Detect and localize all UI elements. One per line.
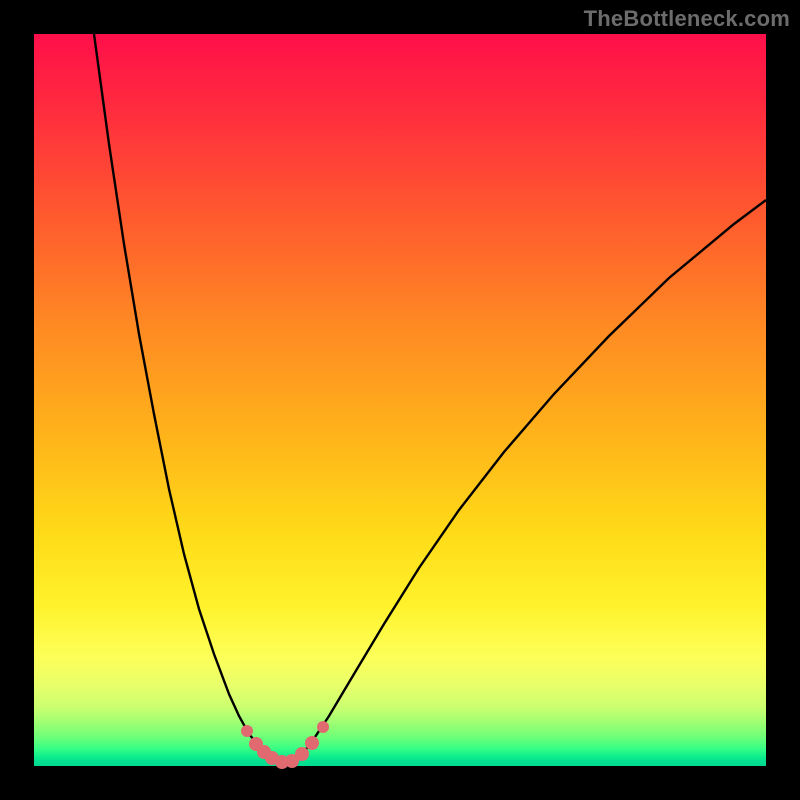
chart-frame: TheBottleneck.com	[0, 0, 800, 800]
trough-marker	[317, 721, 329, 733]
curve-right	[296, 200, 766, 760]
trough-marker	[295, 747, 309, 761]
trough-markers	[241, 721, 329, 769]
watermark-text: TheBottleneck.com	[584, 6, 790, 32]
curve-left	[94, 34, 276, 760]
trough-marker	[305, 736, 319, 750]
curve-layer	[34, 34, 766, 766]
plot-area	[34, 34, 766, 766]
trough-marker	[241, 725, 253, 737]
